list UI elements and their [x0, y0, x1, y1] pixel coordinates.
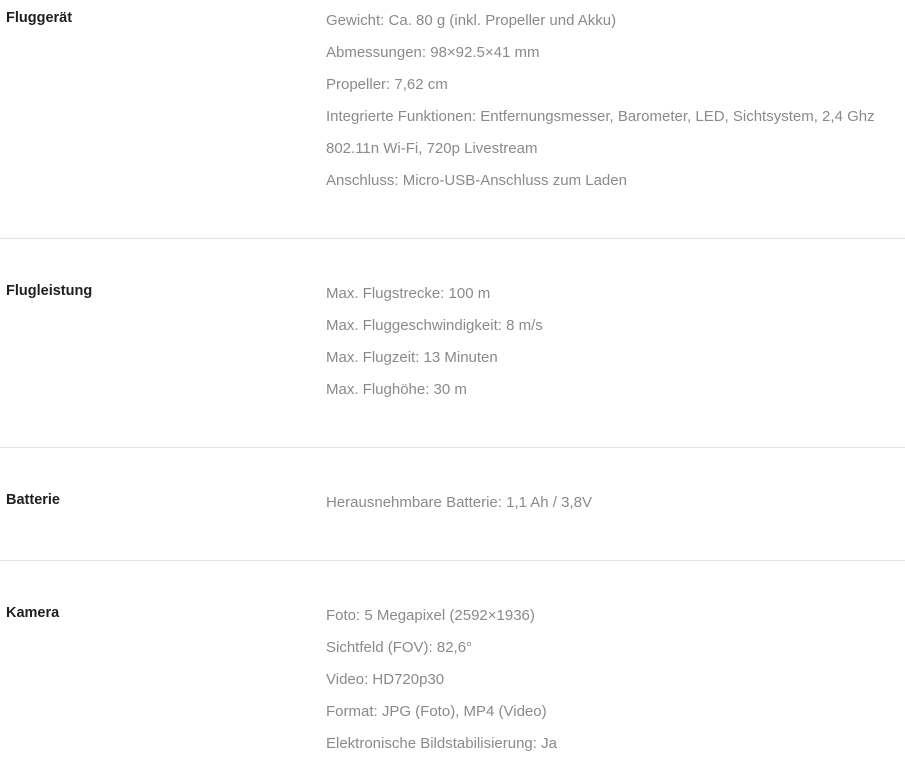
spec-section-title: Kamera	[6, 605, 60, 621]
spec-value: Sichtfeld (FOV): 82,6°	[326, 639, 473, 656]
spec-value: Video: HD720p30	[326, 671, 445, 688]
spec-value: Propeller: 7,62 cm	[326, 76, 448, 93]
spec-value: Herausnehmbare Batterie: 1,1 Ah / 3,8V	[326, 494, 592, 511]
spec-value: Format: JPG (Foto), MP4 (Video)	[326, 703, 547, 720]
spec-value: Max. Flugstrecke: 100 m	[326, 285, 491, 302]
spec-value-list: Herausnehmbare Batterie: 1,1 Ah / 3,8V	[326, 493, 905, 525]
spec-table: Fluggerät Gewicht: Ca. 80 g (inkl. Prope…	[0, 0, 905, 759]
spec-value-list: Max. Flugstrecke: 100 m Max. Fluggeschwi…	[326, 284, 905, 412]
spec-value-list: Gewicht: Ca. 80 g (inkl. Propeller und A…	[326, 11, 905, 203]
spec-section-title: Batterie	[6, 492, 60, 508]
spec-value: Max. Flughöhe: 30 m	[326, 381, 467, 398]
spec-section-fluggeraet: Fluggerät Gewicht: Ca. 80 g (inkl. Prope…	[0, 0, 905, 239]
spec-value: Max. Fluggeschwindigkeit: 8 m/s	[326, 317, 543, 334]
spec-value: Max. Flugzeit: 13 Minuten	[326, 349, 498, 366]
spec-section-title: Flugleistung	[6, 283, 93, 299]
spec-section-flugleistung: Flugleistung Max. Flugstrecke: 100 m Max…	[0, 239, 905, 448]
spec-value: Gewicht: Ca. 80 g (inkl. Propeller und A…	[326, 12, 617, 29]
spec-value: Abmessungen: 98×92.5×41 mm	[326, 44, 540, 61]
spec-value: Foto: 5 Megapixel (2592×1936)	[326, 607, 535, 624]
spec-section-title: Fluggerät	[6, 10, 73, 26]
spec-value-list: Foto: 5 Megapixel (2592×1936) Sichtfeld …	[326, 606, 905, 766]
spec-section-kamera: Kamera Foto: 5 Megapixel (2592×1936) Sic…	[0, 561, 905, 759]
spec-value: Anschluss: Micro-USB-Anschluss zum Laden	[326, 172, 627, 189]
spec-value: Elektronische Bildstabilisierung: Ja	[326, 735, 557, 752]
spec-section-batterie: Batterie Herausnehmbare Batterie: 1,1 Ah…	[0, 448, 905, 561]
spec-value: Integrierte Funktionen: Entfernungsmesse…	[326, 108, 875, 125]
spec-value: 802.11n Wi-Fi, 720p Livestream	[326, 140, 538, 157]
